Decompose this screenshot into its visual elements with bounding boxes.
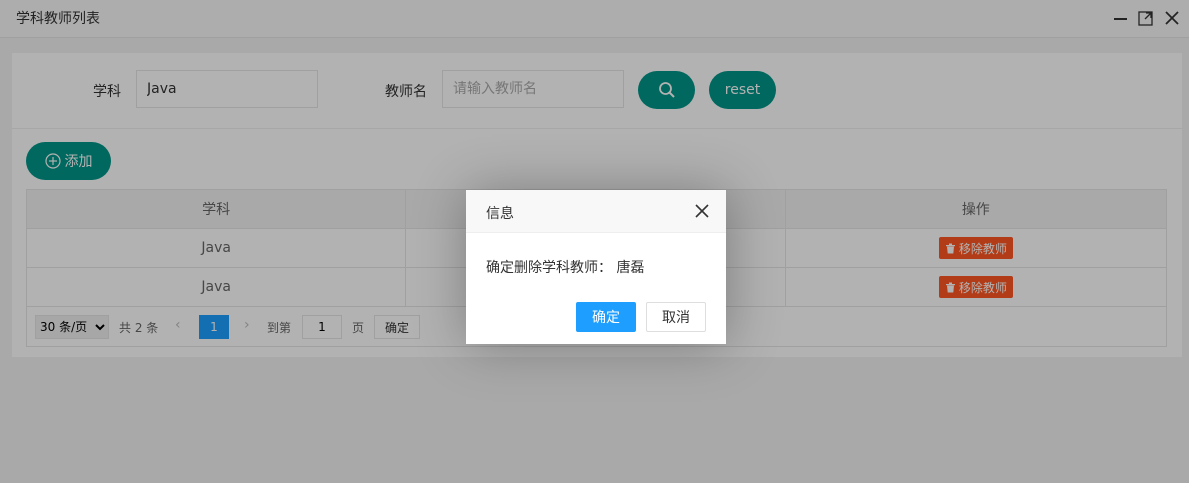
confirm-dialog: 信息 确定删除学科教师： 唐磊 确定 取消 xyxy=(466,190,726,344)
dialog-header: 信息 xyxy=(466,190,726,233)
close-icon[interactable] xyxy=(695,204,709,218)
dialog-cancel-button[interactable]: 取消 xyxy=(646,302,706,332)
dialog-confirm-button[interactable]: 确定 xyxy=(576,302,636,332)
dialog-message: 确定删除学科教师： 唐磊 xyxy=(486,260,645,276)
dialog-title: 信息 xyxy=(486,206,514,222)
